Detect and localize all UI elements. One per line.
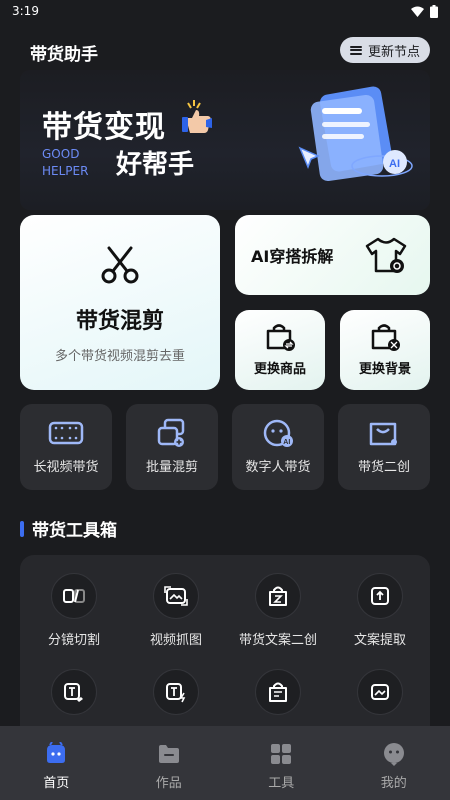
feature-label: 带货二创 <box>357 460 410 475</box>
feature-row: 长视频带货 批量混剪 AI 数字人带货 带货二创 <box>20 404 430 490</box>
tool-icon-circle <box>153 573 199 619</box>
tab-label: 工具 <box>268 776 295 791</box>
text-rewrite-icon <box>64 683 83 702</box>
tool-image[interactable] <box>330 669 430 725</box>
tool-bag-text-create[interactable]: 带货文案二创 <box>228 573 328 648</box>
capture-icon <box>164 586 188 606</box>
banner-english-line2: HELPER <box>42 164 89 178</box>
update-node-button[interactable]: 更新节点 <box>339 37 430 63</box>
tool-video-capture[interactable]: 视频抓图 <box>126 573 226 648</box>
bag-list-icon <box>269 682 287 702</box>
promo-banner[interactable]: 带货变现 GOOD HELPER 好帮手 AI <box>20 70 430 210</box>
tool-label: 分镜切割 <box>47 633 100 648</box>
tool-icon-circle <box>357 573 403 619</box>
ai-outfit-card[interactable]: AI穿搭拆解 <box>235 215 430 295</box>
tool-icon-circle <box>357 669 403 715</box>
feature-long-video[interactable]: 长视频带货 <box>20 404 112 490</box>
tab-home[interactable]: 首页 <box>1 726 111 791</box>
digital-human-icon: AI <box>263 419 293 447</box>
film-icon <box>48 421 84 445</box>
tool-text-rewrite[interactable] <box>24 669 124 725</box>
replace-product-card[interactable]: 更换商品 <box>235 310 325 390</box>
thumbs-up-icon <box>182 100 212 133</box>
bottom-tab-bar: 首页 作品 工具 我的 <box>0 726 450 800</box>
replace-product-label: 更换商品 <box>253 362 306 377</box>
profile-icon <box>383 743 404 766</box>
status-time: 3:19 <box>12 4 39 18</box>
tab-works[interactable]: 作品 <box>114 726 224 791</box>
ai-outfit-title: AI穿搭拆解 <box>251 247 334 266</box>
banner-english-line1: GOOD <box>42 147 80 161</box>
scissors-icon <box>101 246 139 284</box>
svg-text:AI: AI <box>389 158 400 170</box>
tool-label: 文案提取 <box>353 633 406 648</box>
feature-bag-create[interactable]: 带货二创 <box>338 404 430 490</box>
banner-headline: 带货变现 <box>42 110 166 145</box>
tool-icon-circle <box>255 669 301 715</box>
tshirt-icon <box>365 237 407 273</box>
tool-icon-circle <box>51 669 97 715</box>
toolbox-panel: 分镜切割 视频抓图 带货文案二创 文案提取 <box>20 555 430 755</box>
tool-text-flash[interactable] <box>126 669 226 725</box>
home-icon <box>47 742 66 763</box>
replace-background-card[interactable]: 更换背景 <box>340 310 430 390</box>
image-icon <box>371 684 389 700</box>
split-icon <box>63 589 85 603</box>
tool-split-shot[interactable]: 分镜切割 <box>24 573 124 648</box>
tab-label: 作品 <box>155 776 182 791</box>
mix-cut-title: 带货混剪 <box>75 309 164 334</box>
tool-bag-list[interactable] <box>228 669 328 725</box>
tool-icon-circle <box>51 573 97 619</box>
feature-digital-human[interactable]: AI 数字人带货 <box>232 404 324 490</box>
wifi-icon <box>411 6 424 17</box>
svg-text:AI: AI <box>283 439 290 446</box>
feature-label: 长视频带货 <box>33 460 99 475</box>
page-title: 带货助手 <box>30 45 98 65</box>
bag-text-icon <box>269 586 287 606</box>
text-flash-icon <box>166 683 186 703</box>
feature-label: 批量混剪 <box>145 460 198 475</box>
tab-tools[interactable]: 工具 <box>226 726 336 791</box>
tab-label: 我的 <box>380 776 407 791</box>
tab-label: 首页 <box>43 776 70 791</box>
banner-english: GOOD HELPER <box>42 146 88 180</box>
batch-icon <box>157 418 185 447</box>
document-ai-illustration: AI <box>298 86 413 182</box>
tool-label: 带货文案二创 <box>238 633 317 648</box>
banner-subheadline: 好帮手 <box>116 150 195 180</box>
bag-create-icon <box>369 422 397 446</box>
tool-icon-circle <box>255 573 301 619</box>
update-node-label: 更新节点 <box>367 44 420 60</box>
mix-cut-card[interactable]: 带货混剪 多个带货视频混剪去重 <box>20 215 220 390</box>
tab-profile[interactable]: 我的 <box>339 726 449 791</box>
folder-icon <box>158 745 179 763</box>
mix-cut-subtitle: 多个带货视频混剪去重 <box>54 349 185 364</box>
menu-icon <box>349 45 362 55</box>
feature-label: 数字人带货 <box>245 460 311 475</box>
tool-label: 视频抓图 <box>149 633 202 648</box>
section-accent-bar <box>20 520 24 537</box>
feature-batch-mix[interactable]: 批量混剪 <box>126 404 218 490</box>
toolbox-title: 带货工具箱 <box>32 521 117 541</box>
grid-icon <box>271 744 292 764</box>
status-icons <box>411 4 438 18</box>
toolbox-header: 带货工具箱 <box>20 516 117 541</box>
tool-text-extract[interactable]: 文案提取 <box>330 573 430 648</box>
bag-swap-icon <box>266 324 295 351</box>
battery-icon <box>430 4 438 18</box>
bag-background-icon <box>371 324 400 351</box>
replace-background-label: 更换背景 <box>358 362 411 377</box>
status-bar: 3:19 <box>0 0 450 22</box>
tool-icon-circle <box>153 669 199 715</box>
extract-icon <box>371 587 389 605</box>
